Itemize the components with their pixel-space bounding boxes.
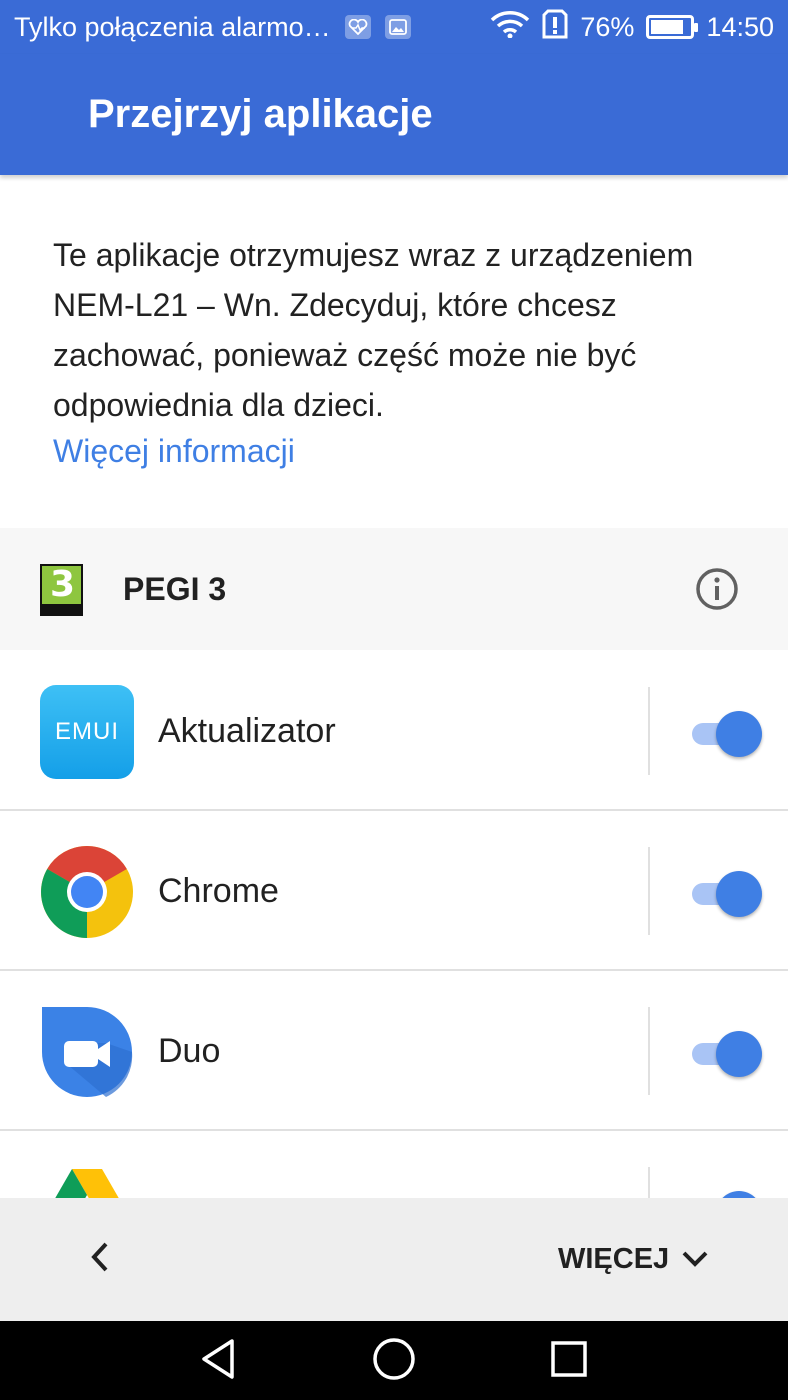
- toggle-chrome[interactable]: [690, 871, 762, 917]
- toggle-duo[interactable]: [690, 1031, 762, 1077]
- triangle-back-icon: [198, 1337, 238, 1386]
- app-row-duo[interactable]: Duo: [0, 971, 788, 1131]
- pegi-rating-icon: 3: [40, 564, 83, 616]
- sim-alert-icon: [542, 9, 568, 46]
- app-row-aktualizator[interactable]: EMUI Aktualizator: [0, 651, 788, 811]
- more-button[interactable]: WIĘCEJ: [540, 1229, 727, 1289]
- app-name: Chrome: [158, 871, 279, 910]
- battery-icon: [646, 15, 699, 39]
- health-notification-icon: [344, 15, 371, 39]
- wifi-icon: [490, 10, 530, 45]
- chevron-down-icon: [681, 1243, 709, 1276]
- emui-icon: EMUI: [40, 685, 134, 779]
- app-name: Duo: [158, 1031, 221, 1070]
- toggle-aktualizator[interactable]: [690, 711, 762, 757]
- clock: 14:50: [706, 11, 774, 42]
- back-button[interactable]: [70, 1229, 130, 1289]
- image-notification-icon: [384, 15, 411, 39]
- bottom-action-bar: WIĘCEJ: [0, 1198, 788, 1321]
- system-navigation-bar: [0, 1321, 788, 1400]
- rating-section-header: 3 PEGI 3: [0, 528, 788, 650]
- more-button-label: WIĘCEJ: [558, 1242, 670, 1275]
- chrome-icon: [40, 845, 134, 939]
- circle-home-icon: [371, 1336, 417, 1387]
- status-bar: Tylko połączenia alarmo… 76% 14:50: [0, 0, 788, 54]
- info-icon[interactable]: [695, 567, 739, 611]
- app-bar: Przejrzyj aplikacje: [0, 54, 788, 175]
- description-text: Te aplikacje otrzymujesz wraz z urządzen…: [53, 237, 694, 423]
- emui-icon-text: EMUI: [55, 718, 119, 745]
- chevron-left-icon: [89, 1241, 111, 1278]
- pegi-badge-number: 3: [50, 564, 76, 605]
- app-row-chrome[interactable]: Chrome: [0, 811, 788, 971]
- battery-percent: 76%: [580, 11, 635, 42]
- duo-icon: [40, 1005, 134, 1099]
- page-title: Przejrzyj aplikacje: [88, 92, 433, 136]
- rating-label: PEGI 3: [123, 571, 227, 607]
- nav-recents-button[interactable]: [541, 1333, 597, 1389]
- battery-level: [651, 20, 684, 34]
- square-recents-icon: [549, 1339, 589, 1384]
- more-info-link[interactable]: Więcej informacji: [53, 426, 295, 476]
- nav-back-button[interactable]: [190, 1333, 246, 1389]
- nav-home-button[interactable]: [366, 1333, 422, 1389]
- carrier-status-text: Tylko połączenia alarmo…: [14, 11, 331, 42]
- app-name: Aktualizator: [158, 711, 336, 750]
